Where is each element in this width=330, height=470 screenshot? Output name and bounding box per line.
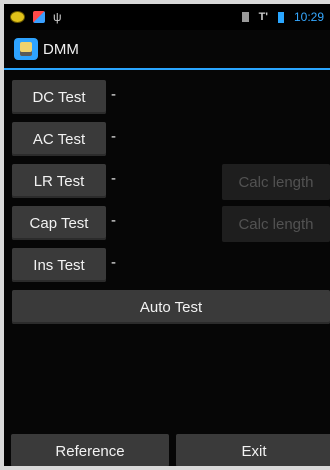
signal-icon: T' <box>258 11 268 23</box>
page-title: DMM <box>43 40 79 58</box>
sim-icon <box>241 12 249 22</box>
ins-test-button[interactable]: Ins Test <box>12 248 106 282</box>
battery-icon <box>277 11 284 23</box>
usb-icon: ψ <box>53 10 62 24</box>
ins-test-value: - <box>111 254 116 271</box>
reference-button[interactable]: Reference <box>11 434 169 466</box>
dc-test-button[interactable]: DC Test <box>12 80 106 114</box>
lr-test-button[interactable]: LR Test <box>12 164 106 198</box>
status-time: 10:29 <box>293 10 324 24</box>
notification-dot-icon <box>10 11 25 23</box>
cap-test-button[interactable]: Cap Test <box>12 206 106 240</box>
dc-test-value: - <box>111 86 116 103</box>
cap-test-value: - <box>111 212 116 229</box>
lr-test-value: - <box>111 170 116 187</box>
app-notification-icon <box>33 11 45 23</box>
auto-test-button[interactable]: Auto Test <box>12 290 330 324</box>
exit-button[interactable]: Exit <box>176 434 330 466</box>
app-icon <box>14 38 38 60</box>
screen: ψ T' 10:29 DMM DC Test - AC Test - LR Te… <box>4 4 330 466</box>
status-bar: ψ T' 10:29 <box>4 4 330 30</box>
ac-test-button[interactable]: AC Test <box>12 122 106 156</box>
device-frame: ψ T' 10:29 DMM DC Test - AC Test - LR Te… <box>0 0 330 470</box>
cap-calc-length-button[interactable]: Calc length <box>222 206 330 242</box>
ac-test-value: - <box>111 128 116 145</box>
action-bar: DMM <box>4 30 330 70</box>
lr-calc-length-button[interactable]: Calc length <box>222 164 330 200</box>
